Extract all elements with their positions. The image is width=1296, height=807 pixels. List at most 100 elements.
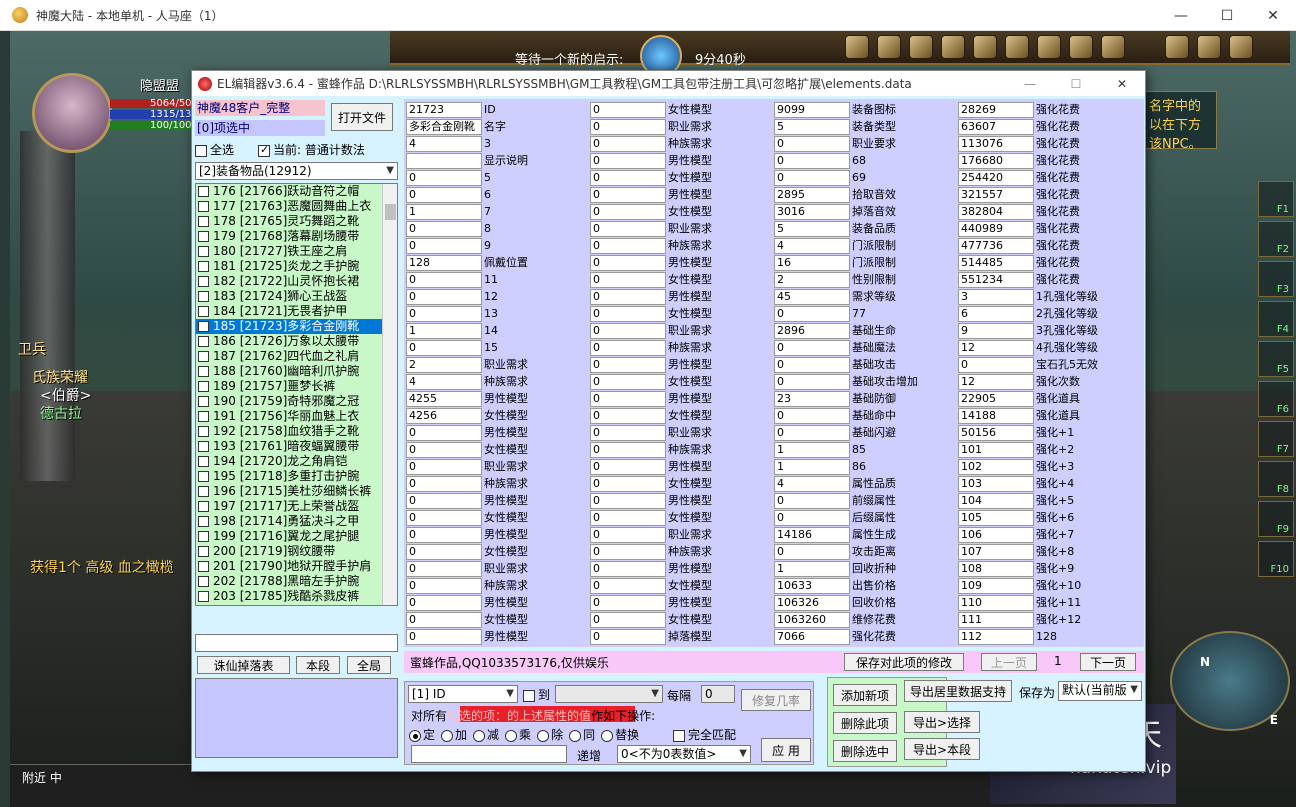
gear-icon[interactable] bbox=[1229, 35, 1253, 59]
item-list-row[interactable]: 189 [21757]噩梦长裤 bbox=[196, 379, 397, 394]
row-checkbox[interactable] bbox=[198, 471, 209, 482]
value-input[interactable] bbox=[411, 745, 567, 763]
row-checkbox[interactable] bbox=[198, 576, 209, 587]
property-value-input[interactable]: 0 bbox=[774, 544, 850, 560]
property-value-input[interactable]: 10633 bbox=[774, 578, 850, 594]
hotkey-slot[interactable]: F10 bbox=[1258, 541, 1294, 577]
item-list-row[interactable]: 178 [21765]灵巧舞蹈之靴 bbox=[196, 214, 397, 229]
item-list-row[interactable]: 194 [21720]龙之角肩铠 bbox=[196, 454, 397, 469]
property-value-input[interactable]: 0 bbox=[406, 340, 482, 356]
property-value-input[interactable]: 2895 bbox=[774, 187, 850, 203]
property-value-input[interactable]: 0 bbox=[590, 595, 666, 611]
item-list-row[interactable]: 181 [21725]炎龙之手护腕 bbox=[196, 259, 397, 274]
property-value-input[interactable]: 1063260 bbox=[774, 612, 850, 628]
property-value-input[interactable]: 21723 bbox=[406, 102, 482, 118]
property-value-input[interactable]: 106326 bbox=[774, 595, 850, 611]
map-icon[interactable] bbox=[941, 35, 965, 59]
op-radio[interactable]: 减 bbox=[473, 728, 499, 742]
property-value-input[interactable]: 0 bbox=[590, 578, 666, 594]
hotkey-slot[interactable]: F1 bbox=[1258, 181, 1294, 217]
to-select[interactable]: ▼ bbox=[555, 685, 663, 703]
item-list-row[interactable]: 187 [21762]四代血之礼肩 bbox=[196, 349, 397, 364]
property-value-input[interactable]: 0 bbox=[774, 306, 850, 322]
list-scrollbar[interactable] bbox=[382, 184, 397, 605]
item-list-row[interactable]: 185 [21723]多彩合金刚靴 bbox=[196, 319, 397, 334]
property-value-input[interactable]: 0 bbox=[590, 527, 666, 543]
property-value-input[interactable]: 0 bbox=[590, 629, 666, 645]
hotkey-slot[interactable]: F9 bbox=[1258, 501, 1294, 537]
wizard-hat-icon[interactable] bbox=[845, 35, 869, 59]
export-selection-button[interactable]: 导出>选择 bbox=[904, 711, 980, 733]
scroll-icon[interactable] bbox=[909, 35, 933, 59]
hotkey-slot[interactable]: F3 bbox=[1258, 261, 1294, 297]
property-value-input[interactable]: 4 bbox=[406, 136, 482, 152]
op-radio[interactable]: 除 bbox=[537, 728, 563, 742]
row-checkbox[interactable] bbox=[198, 486, 209, 497]
property-value-input[interactable]: 0 bbox=[774, 170, 850, 186]
hotkey-slot[interactable]: F2 bbox=[1258, 221, 1294, 257]
property-value-input[interactable]: 16 bbox=[774, 255, 850, 271]
property-value-input[interactable]: 0 bbox=[406, 595, 482, 611]
repair-rate-button[interactable]: 修复几率 bbox=[741, 689, 811, 711]
property-value-input[interactable]: 14186 bbox=[774, 527, 850, 543]
property-value-input[interactable]: 0 bbox=[774, 408, 850, 424]
property-value-input[interactable]: 0 bbox=[406, 527, 482, 543]
row-checkbox[interactable] bbox=[198, 396, 209, 407]
property-value-input[interactable]: 50156 bbox=[958, 425, 1034, 441]
property-value-input[interactable]: 0 bbox=[406, 493, 482, 509]
item-list-row[interactable]: 184 [21721]无畏者护甲 bbox=[196, 304, 397, 319]
property-value-input[interactable]: 4 bbox=[406, 374, 482, 390]
row-checkbox[interactable] bbox=[198, 501, 209, 512]
property-value-input[interactable]: 0 bbox=[590, 119, 666, 135]
property-value-input[interactable]: 0 bbox=[590, 153, 666, 169]
export-data-button[interactable]: 导出居里数据支持 bbox=[904, 680, 1012, 702]
property-value-input[interactable]: 2 bbox=[774, 272, 850, 288]
row-checkbox[interactable] bbox=[198, 291, 209, 302]
leaf-icon[interactable] bbox=[1165, 35, 1189, 59]
row-checkbox[interactable] bbox=[198, 231, 209, 242]
property-value-input[interactable]: 4 bbox=[774, 238, 850, 254]
row-checkbox[interactable] bbox=[198, 381, 209, 392]
op-radio[interactable]: 同 bbox=[569, 728, 595, 742]
property-value-input[interactable]: 7066 bbox=[774, 629, 850, 645]
property-value-input[interactable]: 0 bbox=[590, 170, 666, 186]
property-value-input[interactable]: 0 bbox=[590, 136, 666, 152]
row-checkbox[interactable] bbox=[198, 321, 209, 332]
property-value-input[interactable]: 0 bbox=[590, 561, 666, 577]
property-value-input[interactable]: 3 bbox=[958, 289, 1034, 305]
property-value-input[interactable]: 104 bbox=[958, 493, 1034, 509]
item-list-row[interactable]: 177 [21763]恶魔圆舞曲上衣 bbox=[196, 199, 397, 214]
paw-icon[interactable] bbox=[973, 35, 997, 59]
item-list-row[interactable]: 188 [21760]幽暗利爪护腕 bbox=[196, 364, 397, 379]
property-value-input[interactable]: 477736 bbox=[958, 238, 1034, 254]
armor-icon[interactable] bbox=[877, 35, 901, 59]
item-list-row[interactable]: 202 [21788]黑暗左手护腕 bbox=[196, 574, 397, 589]
row-checkbox[interactable] bbox=[198, 261, 209, 272]
property-value-input[interactable]: 102 bbox=[958, 459, 1034, 475]
item-list-row[interactable]: 190 [21759]奇特邪魔之冠 bbox=[196, 394, 397, 409]
property-value-input[interactable]: 1 bbox=[774, 442, 850, 458]
row-checkbox[interactable] bbox=[198, 186, 209, 197]
op-radio[interactable]: 加 bbox=[441, 728, 467, 742]
property-value-input[interactable]: 109 bbox=[958, 578, 1034, 594]
property-value-input[interactable]: 1 bbox=[406, 323, 482, 339]
item-list-row[interactable]: 197 [21717]无上荣誉战盔 bbox=[196, 499, 397, 514]
row-checkbox[interactable] bbox=[198, 561, 209, 572]
property-value-input[interactable]: 128 bbox=[406, 255, 482, 271]
property-value-input[interactable]: 0 bbox=[590, 272, 666, 288]
property-value-input[interactable]: 0 bbox=[406, 561, 482, 577]
chat-mode[interactable]: 中 bbox=[50, 771, 62, 785]
property-value-input[interactable]: 0 bbox=[774, 510, 850, 526]
property-value-input[interactable]: 176680 bbox=[958, 153, 1034, 169]
property-value-input[interactable]: 0 bbox=[406, 459, 482, 475]
property-value-input[interactable]: 0 bbox=[774, 340, 850, 356]
property-value-input[interactable]: 108 bbox=[958, 561, 1034, 577]
row-checkbox[interactable] bbox=[198, 591, 209, 602]
item-list-row[interactable]: 176 [21766]跃动音符之帽 bbox=[196, 184, 397, 199]
property-value-input[interactable]: 0 bbox=[590, 391, 666, 407]
property-value-input[interactable]: 0 bbox=[590, 442, 666, 458]
row-checkbox[interactable] bbox=[198, 366, 209, 377]
property-value-input[interactable]: 101 bbox=[958, 442, 1034, 458]
maximize-button[interactable]: ☐ bbox=[1204, 0, 1250, 31]
chat-channel[interactable]: 附近 bbox=[22, 771, 46, 785]
